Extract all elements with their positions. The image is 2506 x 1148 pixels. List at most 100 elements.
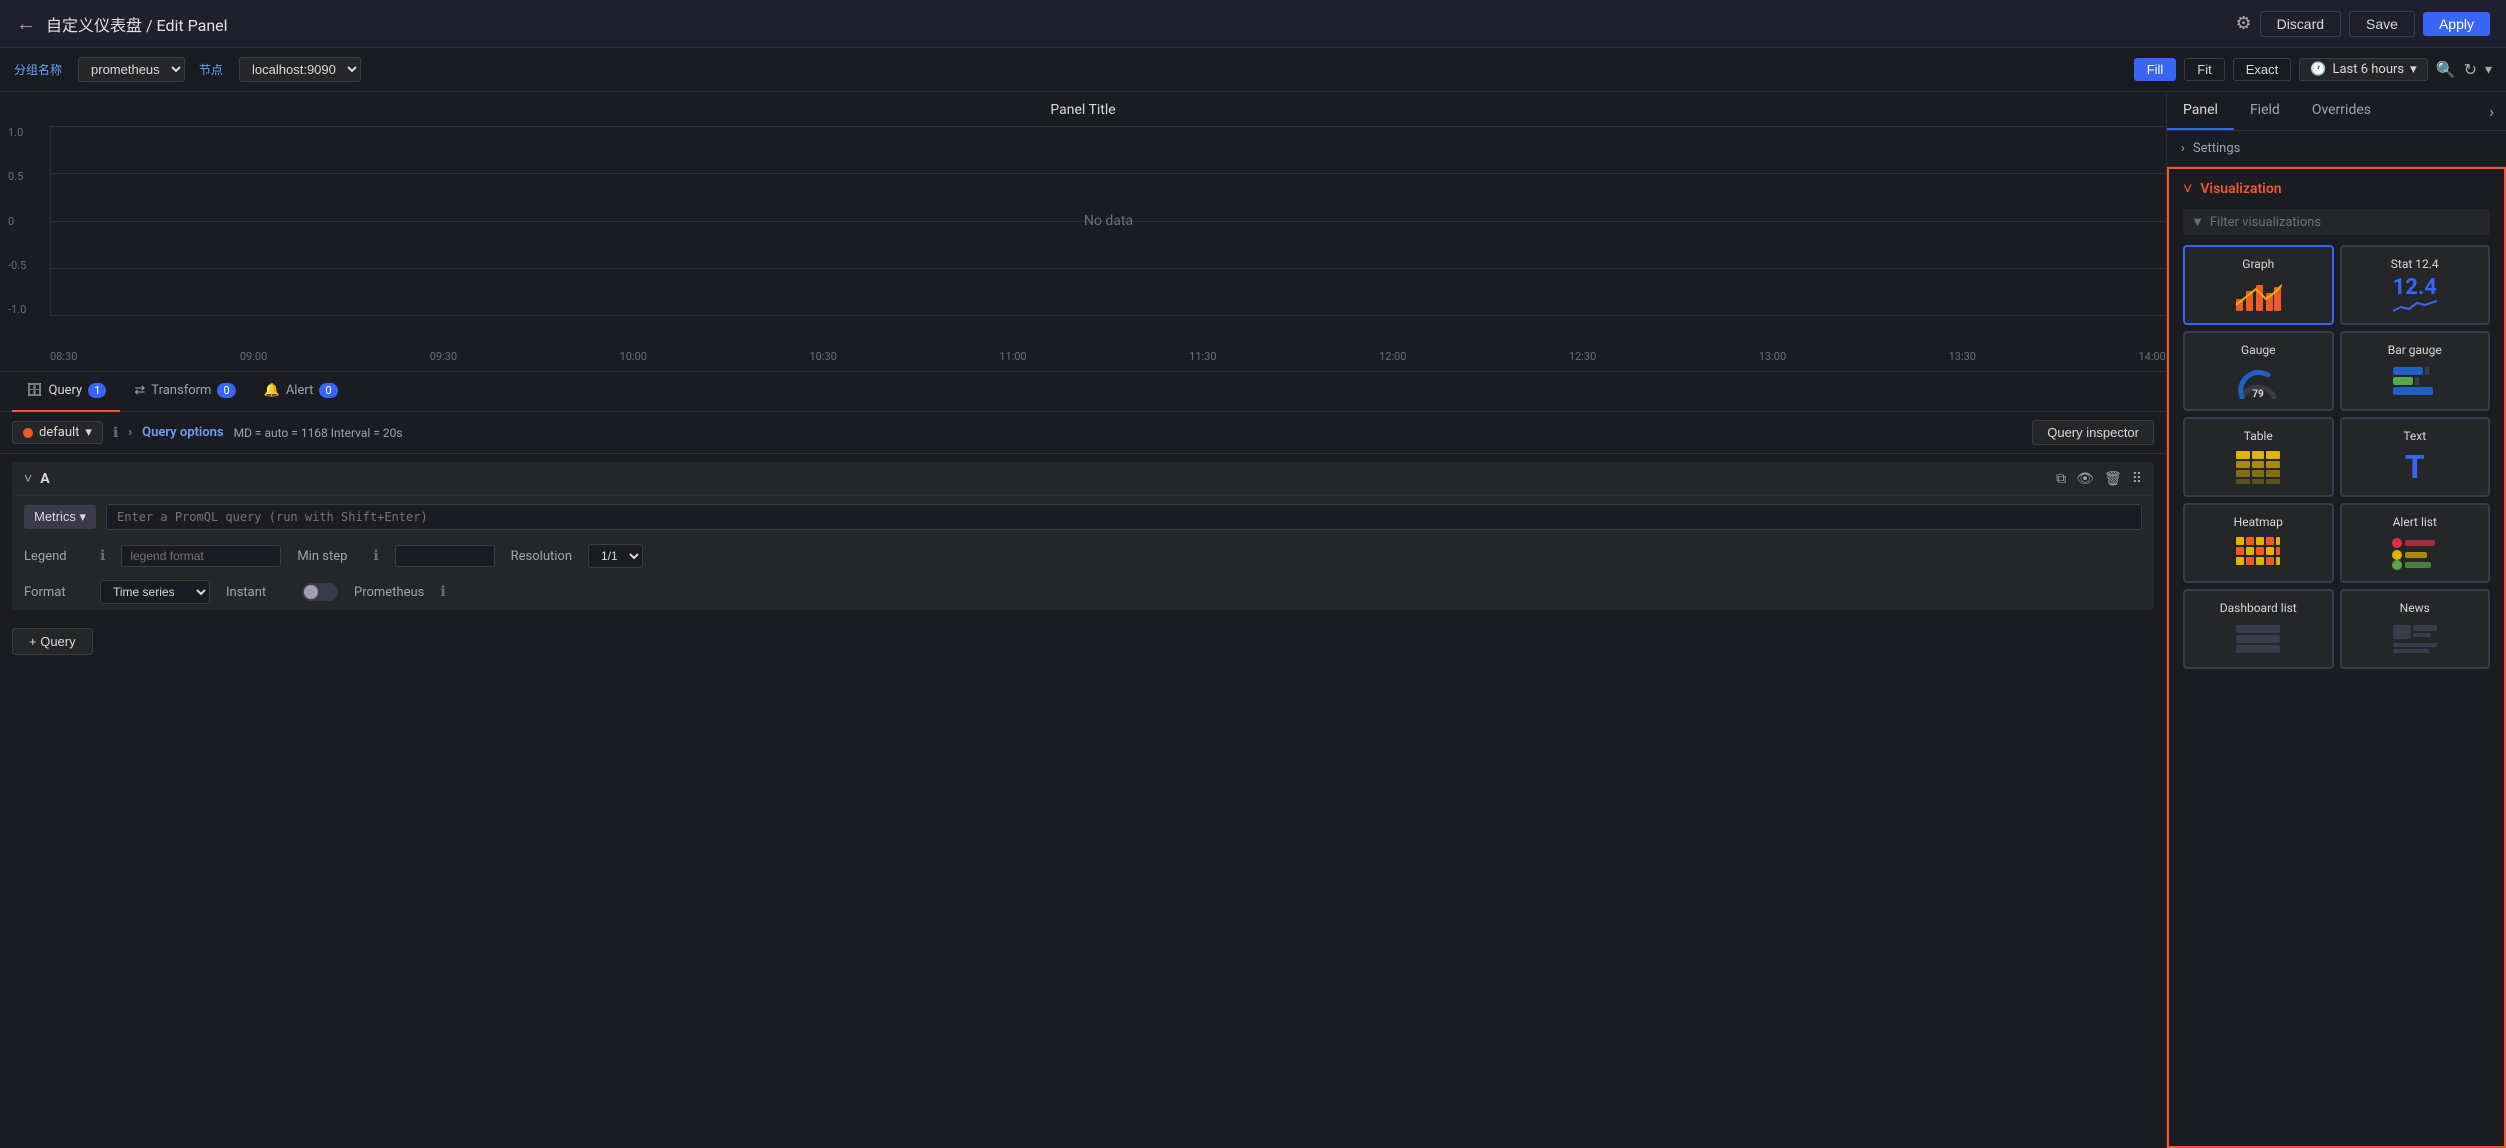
- right-panel: Panel Field Overrides › › Settings ˅ Vis…: [2166, 92, 2506, 1148]
- query-block-a: ˅ A ⧉ 👁 🗑 ⠿ Metrics ▾ Legend ℹ: [12, 462, 2154, 610]
- query-block-label: A: [40, 471, 49, 487]
- drag-query-icon[interactable]: ⠿: [2132, 471, 2142, 487]
- node-label: 节点: [199, 61, 223, 78]
- save-button[interactable]: Save: [2349, 11, 2415, 37]
- tab-query[interactable]: 🗄 Query 1: [12, 372, 120, 412]
- gauge-icon: 79: [2234, 363, 2282, 399]
- min-step-input[interactable]: [395, 545, 495, 567]
- apply-button[interactable]: Apply: [2423, 12, 2490, 36]
- active-datasource-select[interactable]: default ▾: [12, 421, 103, 444]
- delete-query-icon[interactable]: 🗑: [2104, 471, 2122, 487]
- datasource-select[interactable]: prometheus: [78, 57, 185, 82]
- x-axis: 08:30 09:00 09:30 10:00 10:30 11:00 11:3…: [0, 346, 2166, 363]
- viz-text-label: Text: [2403, 429, 2426, 443]
- viz-gauge[interactable]: Gauge 79: [2183, 331, 2334, 411]
- alertlist-icon: [2391, 535, 2439, 571]
- min-step-info-icon[interactable]: ℹ: [373, 548, 378, 564]
- query-area: default ▾ ℹ › Query options MD = auto = …: [0, 412, 2166, 1148]
- view-fill-button[interactable]: Fill: [2134, 58, 2177, 81]
- query-count-badge: 1: [88, 383, 106, 398]
- resolution-select[interactable]: 1/1: [588, 544, 643, 568]
- promql-input[interactable]: [106, 504, 2142, 530]
- viz-bargauge[interactable]: Bar gauge: [2340, 331, 2491, 411]
- query-collapse-button[interactable]: ˅: [24, 470, 32, 487]
- chart-grid: No data: [50, 126, 2166, 316]
- viz-stat-label: Stat 12.4: [2391, 257, 2439, 271]
- metrics-button[interactable]: Metrics ▾: [24, 505, 96, 529]
- viz-collapse-icon[interactable]: ˅: [2183, 179, 2192, 199]
- transform-icon: ⇄: [134, 383, 145, 398]
- top-bar: ← 自定义仪表盘 / Edit Panel ⚙ Discard Save App…: [0, 0, 2506, 48]
- instant-toggle[interactable]: [302, 583, 338, 601]
- center-panel: Panel Title 1.0 0.5 0 -0.5 -1.0 No data: [0, 92, 2166, 1148]
- arrow-icon: ›: [128, 425, 132, 440]
- chart-area: Panel Title 1.0 0.5 0 -0.5 -1.0 No data: [0, 92, 2166, 372]
- settings-section[interactable]: › Settings: [2167, 131, 2506, 167]
- viz-bargauge-label: Bar gauge: [2388, 343, 2442, 357]
- right-panel-expand-icon[interactable]: ›: [2477, 94, 2506, 129]
- view-fit-button[interactable]: Fit: [2184, 58, 2224, 81]
- prometheus-info-icon[interactable]: ℹ: [440, 584, 445, 600]
- discard-button[interactable]: Discard: [2260, 11, 2341, 37]
- viz-table-label: Table: [2244, 429, 2273, 443]
- filter-row: ▼ Filter visualizations: [2183, 209, 2490, 235]
- tab-panel[interactable]: Panel: [2167, 92, 2234, 130]
- view-controls: Fill Fit Exact 🕐 Last 6 hours ▾ 🔍 ↻ ▾: [2134, 58, 2492, 81]
- tab-transform[interactable]: ⇄ Transform 0: [120, 372, 249, 412]
- viz-table[interactable]: Table: [2183, 417, 2334, 497]
- legend-input[interactable]: [121, 545, 281, 567]
- heatmap-icon: [2234, 535, 2282, 571]
- query-options-link[interactable]: Query options: [142, 425, 223, 440]
- time-range-button[interactable]: 🕐 Last 6 hours ▾: [2299, 58, 2427, 81]
- legend-info-icon[interactable]: ℹ: [100, 548, 105, 564]
- query-actions: ⧉ 👁 🗑 ⠿: [2056, 471, 2142, 487]
- refresh-icon[interactable]: ↻: [2464, 60, 2477, 79]
- legend-row: Legend ℹ Min step ℹ Resolution 1/1: [12, 538, 2154, 574]
- top-bar-left: ← 自定义仪表盘 / Edit Panel: [16, 11, 2223, 36]
- viz-dashboardlist[interactable]: Dashboard list: [2183, 589, 2334, 669]
- expand-icon[interactable]: ▾: [2485, 62, 2492, 78]
- tab-overrides[interactable]: Overrides: [2296, 92, 2387, 130]
- viz-graph-label: Graph: [2242, 257, 2274, 271]
- format-select[interactable]: Time series: [100, 580, 210, 604]
- chart-inner: 1.0 0.5 0 -0.5 -1.0 No data: [0, 126, 2166, 346]
- instant-label: Instant: [226, 585, 286, 600]
- y-axis: 1.0 0.5 0 -0.5 -1.0: [8, 126, 26, 316]
- datasource-info-icon[interactable]: ℹ: [113, 425, 118, 441]
- query-inspector-button[interactable]: Query inspector: [2032, 420, 2154, 445]
- top-bar-right: ⚙ Discard Save Apply: [2235, 11, 2490, 37]
- datasource-chevron-icon: ▾: [85, 425, 92, 440]
- node-select[interactable]: localhost:9090: [239, 57, 361, 82]
- text-icon: T: [2391, 449, 2439, 485]
- query-meta: MD = auto = 1168 Interval = 20s: [234, 426, 403, 440]
- viz-stat[interactable]: Stat 12.4 12.4: [2340, 245, 2491, 325]
- add-query-button[interactable]: + Query: [12, 628, 93, 655]
- viz-text[interactable]: Text T: [2340, 417, 2491, 497]
- viz-alertlist-label: Alert list: [2393, 515, 2437, 529]
- active-datasource-label: default: [39, 425, 79, 440]
- viz-header: ˅ Visualization: [2183, 179, 2490, 199]
- alert-count-badge: 0: [319, 383, 337, 398]
- tab-alert[interactable]: 🔔 Alert 0: [250, 372, 352, 412]
- settings-icon[interactable]: ⚙: [2235, 13, 2251, 34]
- viz-dashboardlist-label: Dashboard list: [2220, 601, 2297, 615]
- copy-query-icon[interactable]: ⧉: [2056, 471, 2066, 487]
- tab-field[interactable]: Field: [2234, 92, 2296, 130]
- hide-query-icon[interactable]: 👁: [2076, 471, 2094, 487]
- viz-heatmap[interactable]: Heatmap: [2183, 503, 2334, 583]
- news-icon: [2391, 621, 2439, 657]
- bottom-tabs: 🗄 Query 1 ⇄ Transform 0 🔔 Alert 0: [0, 372, 2166, 412]
- page-title: 自定义仪表盘 / Edit Panel: [46, 12, 228, 36]
- view-exact-button[interactable]: Exact: [2233, 58, 2292, 81]
- viz-gauge-label: Gauge: [2241, 343, 2275, 357]
- viz-heatmap-label: Heatmap: [2234, 515, 2283, 529]
- format-row: Format Time series Instant Prometheus ℹ: [12, 574, 2154, 610]
- zoom-icon[interactable]: 🔍: [2436, 60, 2456, 79]
- datasource-label: 分组名称: [14, 61, 62, 78]
- dashboardlist-icon: [2234, 621, 2282, 657]
- back-button[interactable]: ←: [16, 11, 36, 36]
- viz-news[interactable]: News: [2340, 589, 2491, 669]
- viz-alertlist[interactable]: Alert list: [2340, 503, 2491, 583]
- viz-graph[interactable]: Graph: [2183, 245, 2334, 325]
- query-block-header: ˅ A ⧉ 👁 🗑 ⠿: [12, 462, 2154, 496]
